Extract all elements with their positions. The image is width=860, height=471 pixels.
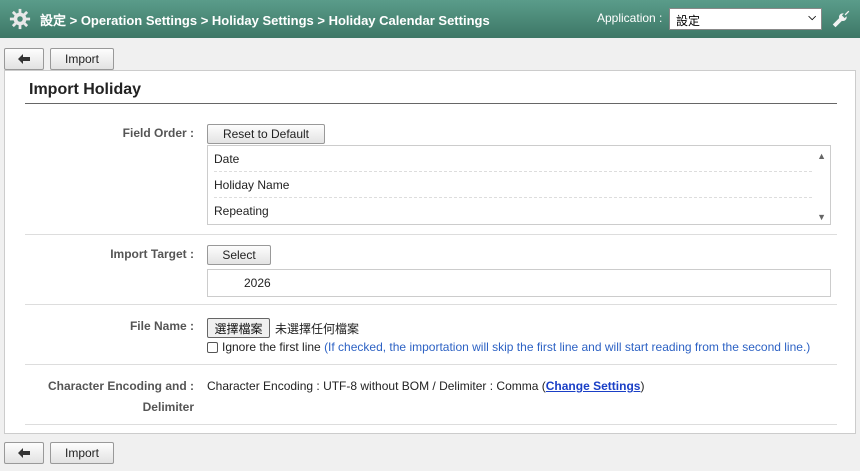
page-title: Import Holiday xyxy=(29,81,142,98)
back-arrow-icon xyxy=(18,54,30,64)
list-item[interactable]: Repeating xyxy=(214,198,812,224)
application-select-value: 設定 xyxy=(676,14,701,28)
reset-to-default-button[interactable]: Reset to Default xyxy=(207,124,325,144)
back-arrow-icon xyxy=(18,448,30,458)
file-name-label: File Name : xyxy=(129,319,194,333)
scroll-up-icon[interactable]: ▲ xyxy=(817,151,826,161)
bottom-toolbar: Import xyxy=(4,442,114,464)
app-header: 設定 > Operation Settings > Holiday Settin… xyxy=(0,0,860,38)
encoding-label: Character Encoding and : xyxy=(47,379,194,393)
list-item[interactable]: Holiday Name xyxy=(214,172,812,198)
application-select[interactable]: 設定 ⌵ xyxy=(669,8,822,30)
back-button-bottom[interactable] xyxy=(4,442,44,464)
row-divider xyxy=(25,234,837,235)
top-toolbar: Import xyxy=(4,48,114,70)
import-button[interactable]: Import xyxy=(50,48,114,70)
wrench-icon[interactable] xyxy=(830,8,852,30)
back-button[interactable] xyxy=(4,48,44,70)
row-divider xyxy=(25,424,837,425)
import-button-bottom[interactable]: Import xyxy=(50,442,114,464)
import-holiday-panel: Import Holiday Field Order : Reset to De… xyxy=(4,70,856,434)
ignore-first-line-note: (If checked, the importation will skip t… xyxy=(324,340,811,354)
delimiter-label: Delimiter xyxy=(142,400,194,414)
row-divider xyxy=(25,364,837,365)
application-label: Application : xyxy=(597,11,663,25)
gear-icon xyxy=(9,8,31,30)
encoding-info: Character Encoding : UTF-8 without BOM /… xyxy=(207,379,644,393)
no-file-text: 未選擇任何檔案 xyxy=(275,322,360,336)
field-order-label: Field Order : xyxy=(122,126,194,140)
select-target-button[interactable]: Select xyxy=(207,245,271,265)
title-divider xyxy=(25,103,837,104)
ignore-first-line-label[interactable]: Ignore the first line (If checked, the i… xyxy=(222,340,810,354)
field-order-list[interactable]: Date Holiday Name Repeating ▲ ▼ xyxy=(207,145,831,225)
chevron-down-icon: ⌵ xyxy=(808,12,816,23)
breadcrumb: 設定 > Operation Settings > Holiday Settin… xyxy=(40,12,490,28)
row-divider xyxy=(25,304,837,305)
choose-file-button[interactable]: 選擇檔案 xyxy=(207,318,270,338)
import-target-label: Import Target : xyxy=(110,247,194,261)
ignore-first-line-text: Ignore the first line xyxy=(222,340,321,354)
encoding-info-suffix: ) xyxy=(640,379,645,393)
import-target-value: 2026 xyxy=(207,269,831,297)
list-item[interactable]: Date xyxy=(214,146,812,172)
settings-gear-icon[interactable] xyxy=(0,0,40,38)
ignore-first-line-checkbox[interactable] xyxy=(207,342,218,353)
scroll-down-icon[interactable]: ▼ xyxy=(817,212,826,222)
change-settings-link[interactable]: Change Settings xyxy=(546,379,641,393)
encoding-info-text: Character Encoding : UTF-8 without BOM /… xyxy=(207,379,546,393)
